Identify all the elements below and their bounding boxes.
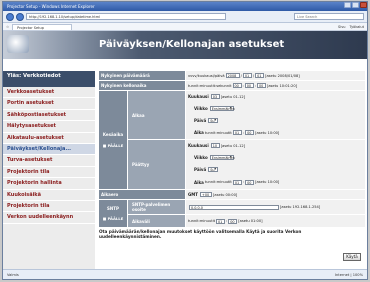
current-date-value: [asetu 2008/01/08] (265, 73, 300, 78)
sidebar-item-port-settings[interactable]: Portin asetukset (3, 98, 95, 110)
page-menu[interactable]: Sivu (338, 25, 345, 29)
brand-logo (7, 35, 29, 53)
current-date-label: Nykyinen päivämäärä (99, 71, 185, 80)
dst-label: Kesäaika (102, 132, 124, 137)
sidebar-item-schedule-settings[interactable]: Aikataulu-asetukset (3, 133, 95, 144)
timezone-label: Aikaero (99, 190, 185, 199)
browser-toolbar: ☆ Projector Setup Sivu Työkalut (3, 23, 367, 31)
sidebar-item-alert-settings[interactable]: Hälytysasetukset (3, 121, 95, 133)
window-title: Projector Setup - Windows Internet Explo… (7, 4, 95, 9)
dst-end-week-row: Viikko Ensimmäinen (186, 152, 365, 164)
sidebar-header: Yläs: Verkkotiedot (3, 71, 95, 87)
dst-start-hour-input[interactable]: 01 (232, 130, 242, 136)
sntp-block: SNTP ■ PÄÄLLE (99, 200, 127, 227)
search-input[interactable]: Live Search (294, 13, 364, 20)
dst-start-label: Alkaa (128, 91, 185, 139)
current-time-row: tunnit:minuutit:sekunnit 00: 00: 00 [ase… (186, 81, 365, 90)
dst-end-month-row: Kuukausi 10 [asetu 01-12] (186, 140, 365, 152)
dst-start-week-select[interactable]: Ensimmäinen (209, 106, 235, 112)
sidebar-item-lamp-time[interactable]: Kuukoisäikä (3, 190, 95, 201)
web-page: Päiväyksen/Kellonajan asetukset Yläs: Ve… (3, 31, 367, 269)
sidebar-item-network-settings[interactable]: Verkkoasetukset (3, 87, 95, 99)
sidebar: Yläs: Verkkotiedot Verkkoasetukset Porti… (3, 71, 95, 269)
sidebar-item-security-settings[interactable]: Turva-asetukset (3, 155, 95, 167)
forward-icon[interactable] (16, 12, 24, 21)
apply-note: Ota päivämäärän/kellonajan muutokset käy… (99, 229, 302, 240)
status-text: Valmis (7, 272, 19, 277)
apply-button[interactable]: Käytä (343, 253, 361, 261)
browser-tab[interactable]: Projector Setup (12, 23, 73, 30)
current-date-row: vvvv/kuukausi/päivä 2008/ 01/ 01 [asetu … (186, 71, 365, 80)
current-year-input[interactable]: 2008 (225, 73, 240, 78)
sntp-server-row: 0.0.0.0 [asetu 192.168.1.254] (186, 200, 365, 214)
dst-end-month-input[interactable]: 10 (210, 143, 220, 149)
dst-start-month-row: Kuukausi 03 [asetu 01-12] (186, 91, 365, 103)
current-day-input[interactable]: 01 (255, 73, 265, 78)
page-header: Päiväyksen/Kellonajan asetukset (3, 31, 367, 59)
sidebar-item-email-settings[interactable]: Sähköpostiasetukset (3, 110, 95, 122)
sntp-interval-row: tunnit:minuutit 01: 00 [asetu 01:00] (186, 215, 365, 227)
dst-end-day-row: Päivä Su (186, 164, 365, 176)
sidebar-item-date-time[interactable]: Päiväykset/Kellonaja... (3, 143, 95, 156)
sntp-interval-label: Aikaväli (128, 215, 185, 227)
maximize-button[interactable] (352, 2, 359, 8)
zone-status: Internet | 100% (334, 272, 363, 277)
minimize-button[interactable] (344, 2, 351, 8)
sntp-interval-minute-input[interactable]: 00 (228, 218, 238, 224)
dst-end-week-select[interactable]: Ensimmäinen (209, 155, 235, 161)
dst-end-label: Päättyy (128, 140, 185, 189)
sidebar-item-projector-status-2[interactable]: Projektorin tila (3, 201, 95, 213)
sidebar-item-projector-status[interactable]: Projektorin tila (3, 167, 95, 179)
sidebar-item-network-restart[interactable]: Verkon uudelleenkäynn (3, 212, 95, 224)
back-icon[interactable] (6, 12, 14, 21)
address-bar: http://192.168.1.10/setup/datetime.html … (3, 11, 367, 23)
timezone-input[interactable]: +00 (200, 192, 212, 197)
current-date-format: vvvv/kuukausi/päivä (188, 73, 225, 78)
tools-menu[interactable]: Työkalut (350, 25, 364, 29)
current-time-value: [asetu 10:01:20] (266, 83, 298, 88)
current-minute-input[interactable]: 00 (244, 83, 254, 88)
page-title: Päiväyksen/Kellonajan asetukset (99, 39, 285, 50)
sntp-label: SNTP (107, 206, 119, 211)
sntp-enable-checkbox[interactable]: ■ PÄÄLLE (103, 216, 124, 221)
title-bar: Projector Setup - Windows Internet Explo… (3, 2, 367, 11)
favorites-icon[interactable]: ☆ (6, 25, 9, 29)
dst-block: Kesäaika ■ PÄÄLLE (99, 91, 127, 189)
dst-end-hour-input[interactable]: 01 (232, 179, 242, 185)
current-month-input[interactable]: 01 (242, 73, 252, 78)
status-bar: Valmis Internet | 100% (3, 269, 367, 279)
dst-enable-checkbox[interactable]: ■ PÄÄLLE (103, 143, 124, 148)
dst-end-time-row: Aika tunnit:minuutit 01: 00 [asetu 10:00… (186, 176, 365, 189)
sidebar-item-projector-control[interactable]: Projektorin hallinta (3, 178, 95, 190)
current-hour-input[interactable]: 00 (232, 83, 242, 88)
dst-start-time-row: Aika tunnit:minuutit 01: 00 [asetu 10:00… (186, 127, 365, 139)
address-input[interactable]: http://192.168.1.10/setup/datetime.html (26, 13, 226, 20)
sntp-server-label: SNTP-palvelimen osoite (128, 200, 185, 214)
timezone-row: GMT +00 [asetu 00:00] (186, 190, 365, 199)
current-time-label: Nykyinen kellonaika (99, 81, 185, 90)
dst-start-month-input[interactable]: 03 (210, 94, 220, 100)
current-second-input[interactable]: 00 (256, 83, 266, 88)
sntp-interval-hour-input[interactable]: 01 (216, 218, 226, 224)
dst-end-minute-input[interactable]: 00 (245, 179, 255, 185)
settings-form: Nykyinen päivämäärä vvvv/kuukausi/päivä … (99, 71, 365, 269)
current-time-format: tunnit:minuutit:sekunnit (188, 83, 232, 88)
dst-start-day-select[interactable]: Su (208, 118, 219, 124)
dst-end-day-select[interactable]: Su (208, 167, 219, 173)
dst-start-day-row: Päivä Su (186, 115, 365, 127)
sntp-server-input[interactable]: 0.0.0.0 (189, 204, 279, 210)
dst-start-week-row: Viikko Ensimmäinen (186, 103, 365, 115)
dst-start-minute-input[interactable]: 00 (245, 130, 255, 136)
browser-window: Projector Setup - Windows Internet Explo… (2, 1, 368, 280)
close-button[interactable] (360, 2, 367, 8)
